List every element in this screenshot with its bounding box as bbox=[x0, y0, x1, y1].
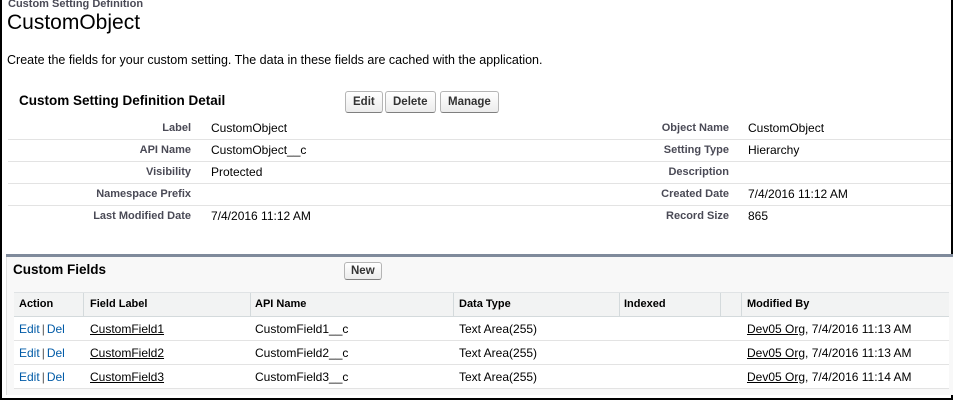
delete-link[interactable]: Del bbox=[47, 346, 65, 360]
table-row: Edit | Del CustomField3 CustomField3__c Te… bbox=[14, 365, 949, 389]
detail-label: API Name bbox=[139, 144, 191, 156]
detail-label: Setting Type bbox=[663, 144, 729, 156]
modified-by-date: , 7/4/2016 11:13 AM bbox=[805, 322, 912, 336]
detail-value: Hierarchy bbox=[748, 143, 800, 157]
modified-by-user-link[interactable]: Dev05 Org bbox=[747, 346, 805, 360]
field-label-link[interactable]: CustomField2 bbox=[90, 346, 164, 360]
data-type-cell: Text Area(255) bbox=[459, 370, 538, 384]
detail-section-title: Custom Setting Definition Detail bbox=[19, 93, 226, 108]
custom-fields-table: Action Field Label API Name Data Type In… bbox=[14, 292, 949, 389]
delete-link[interactable]: Del bbox=[47, 322, 65, 336]
row-actions: Edit | Del bbox=[19, 322, 65, 336]
detail-value: 865 bbox=[748, 209, 769, 223]
modified-by-cell: Dev05 Org, 7/4/2016 11:14 AM bbox=[747, 370, 912, 384]
detail-value: CustomObject__c bbox=[211, 143, 307, 157]
detail-label: Created Date bbox=[661, 188, 729, 200]
action-separator: | bbox=[41, 370, 45, 384]
column-header-modified-by[interactable]: Modified By bbox=[747, 298, 809, 310]
modified-by-date: , 7/4/2016 11:13 AM bbox=[805, 346, 912, 360]
detail-row: Last Modified Date 7/4/2016 11:12 AM Rec… bbox=[8, 206, 951, 228]
column-divider bbox=[453, 293, 454, 317]
table-header-row: Action Field Label API Name Data Type In… bbox=[14, 293, 949, 317]
detail-table: Label CustomObject Object Name CustomObj… bbox=[8, 118, 951, 228]
edit-link[interactable]: Edit bbox=[19, 370, 40, 384]
column-header-field-label[interactable]: Field Label bbox=[90, 298, 147, 310]
detail-row: API Name CustomObject__c Setting Type Hi… bbox=[8, 140, 951, 162]
column-header-data-type[interactable]: Data Type bbox=[459, 298, 511, 310]
column-divider bbox=[741, 293, 742, 317]
detail-value: Protected bbox=[211, 165, 263, 179]
detail-label: Object Name bbox=[661, 122, 729, 134]
delete-link[interactable]: Del bbox=[47, 370, 65, 384]
column-divider bbox=[250, 293, 251, 317]
field-label-link[interactable]: CustomField1 bbox=[90, 322, 164, 336]
edit-link[interactable]: Edit bbox=[19, 322, 40, 336]
api-name-cell: CustomField1__c bbox=[255, 322, 349, 336]
table-row: Edit | Del CustomField2 CustomField2__c Te… bbox=[14, 341, 949, 365]
column-header-action: Action bbox=[19, 298, 54, 310]
detail-label: Last Modified Date bbox=[93, 210, 191, 222]
column-divider bbox=[619, 293, 620, 317]
detail-value: 7/4/2016 11:12 AM bbox=[748, 187, 848, 201]
data-type-cell: Text Area(255) bbox=[459, 346, 538, 360]
column-header-api-name[interactable]: API Name bbox=[255, 298, 306, 310]
action-separator: | bbox=[41, 346, 45, 360]
delete-button[interactable]: Delete bbox=[385, 91, 436, 113]
column-header-indexed[interactable]: Indexed bbox=[624, 298, 666, 310]
api-name-cell: CustomField2__c bbox=[255, 346, 349, 360]
column-divider bbox=[720, 293, 721, 317]
modified-by-date: , 7/4/2016 11:14 AM bbox=[805, 370, 912, 384]
detail-row: Label CustomObject Object Name CustomObj… bbox=[8, 118, 951, 140]
detail-label: Description bbox=[668, 166, 729, 178]
row-actions: Edit | Del bbox=[19, 370, 65, 384]
detail-label: Label bbox=[162, 122, 191, 134]
section-divider bbox=[6, 254, 953, 257]
breadcrumb[interactable]: Custom Setting Definition bbox=[8, 0, 143, 10]
detail-label: Visibility bbox=[145, 166, 191, 178]
api-name-cell: CustomField3__c bbox=[255, 370, 349, 384]
field-label-link[interactable]: CustomField3 bbox=[90, 370, 164, 384]
detail-value: 7/4/2016 11:12 AM bbox=[211, 209, 311, 223]
edit-link[interactable]: Edit bbox=[19, 346, 40, 360]
page-title: CustomObject bbox=[7, 11, 141, 34]
custom-fields-title: Custom Fields bbox=[13, 262, 107, 277]
action-separator: | bbox=[41, 322, 45, 336]
column-divider bbox=[83, 293, 84, 317]
new-field-button[interactable]: New bbox=[344, 262, 382, 280]
edit-button[interactable]: Edit bbox=[345, 91, 383, 113]
detail-row: Namespace Prefix Created Date 7/4/2016 1… bbox=[8, 184, 951, 206]
page-description: Create the fields for your custom settin… bbox=[7, 53, 543, 67]
table-row: Edit | Del CustomField1 CustomField1__c Te… bbox=[14, 317, 949, 341]
detail-label: Namespace Prefix bbox=[96, 188, 191, 200]
modified-by-cell: Dev05 Org, 7/4/2016 11:13 AM bbox=[747, 322, 912, 336]
modified-by-cell: Dev05 Org, 7/4/2016 11:13 AM bbox=[747, 346, 912, 360]
detail-row: Visibility Protected Description bbox=[8, 162, 951, 184]
detail-value: CustomObject bbox=[748, 121, 825, 135]
data-type-cell: Text Area(255) bbox=[459, 322, 538, 336]
manage-button[interactable]: Manage bbox=[440, 91, 499, 113]
row-actions: Edit | Del bbox=[19, 346, 65, 360]
modified-by-user-link[interactable]: Dev05 Org bbox=[747, 322, 805, 336]
modified-by-user-link[interactable]: Dev05 Org bbox=[747, 370, 805, 384]
detail-value: CustomObject bbox=[211, 121, 288, 135]
detail-label: Record Size bbox=[666, 210, 729, 222]
